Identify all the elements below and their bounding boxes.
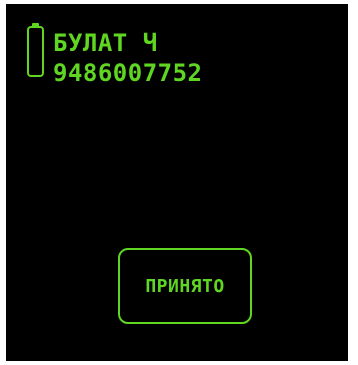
device-screen: БУЛАТ Ч 9486007752 ПРИНЯТО — [6, 4, 348, 361]
contact-name: БУЛАТ Ч — [53, 29, 158, 57]
battery-body — [27, 26, 44, 77]
contact-info: БУЛАТ Ч 9486007752 — [53, 28, 203, 88]
battery-icon — [27, 23, 44, 77]
accept-button[interactable]: ПРИНЯТО — [118, 248, 252, 324]
contact-phone: 9486007752 — [53, 59, 203, 87]
